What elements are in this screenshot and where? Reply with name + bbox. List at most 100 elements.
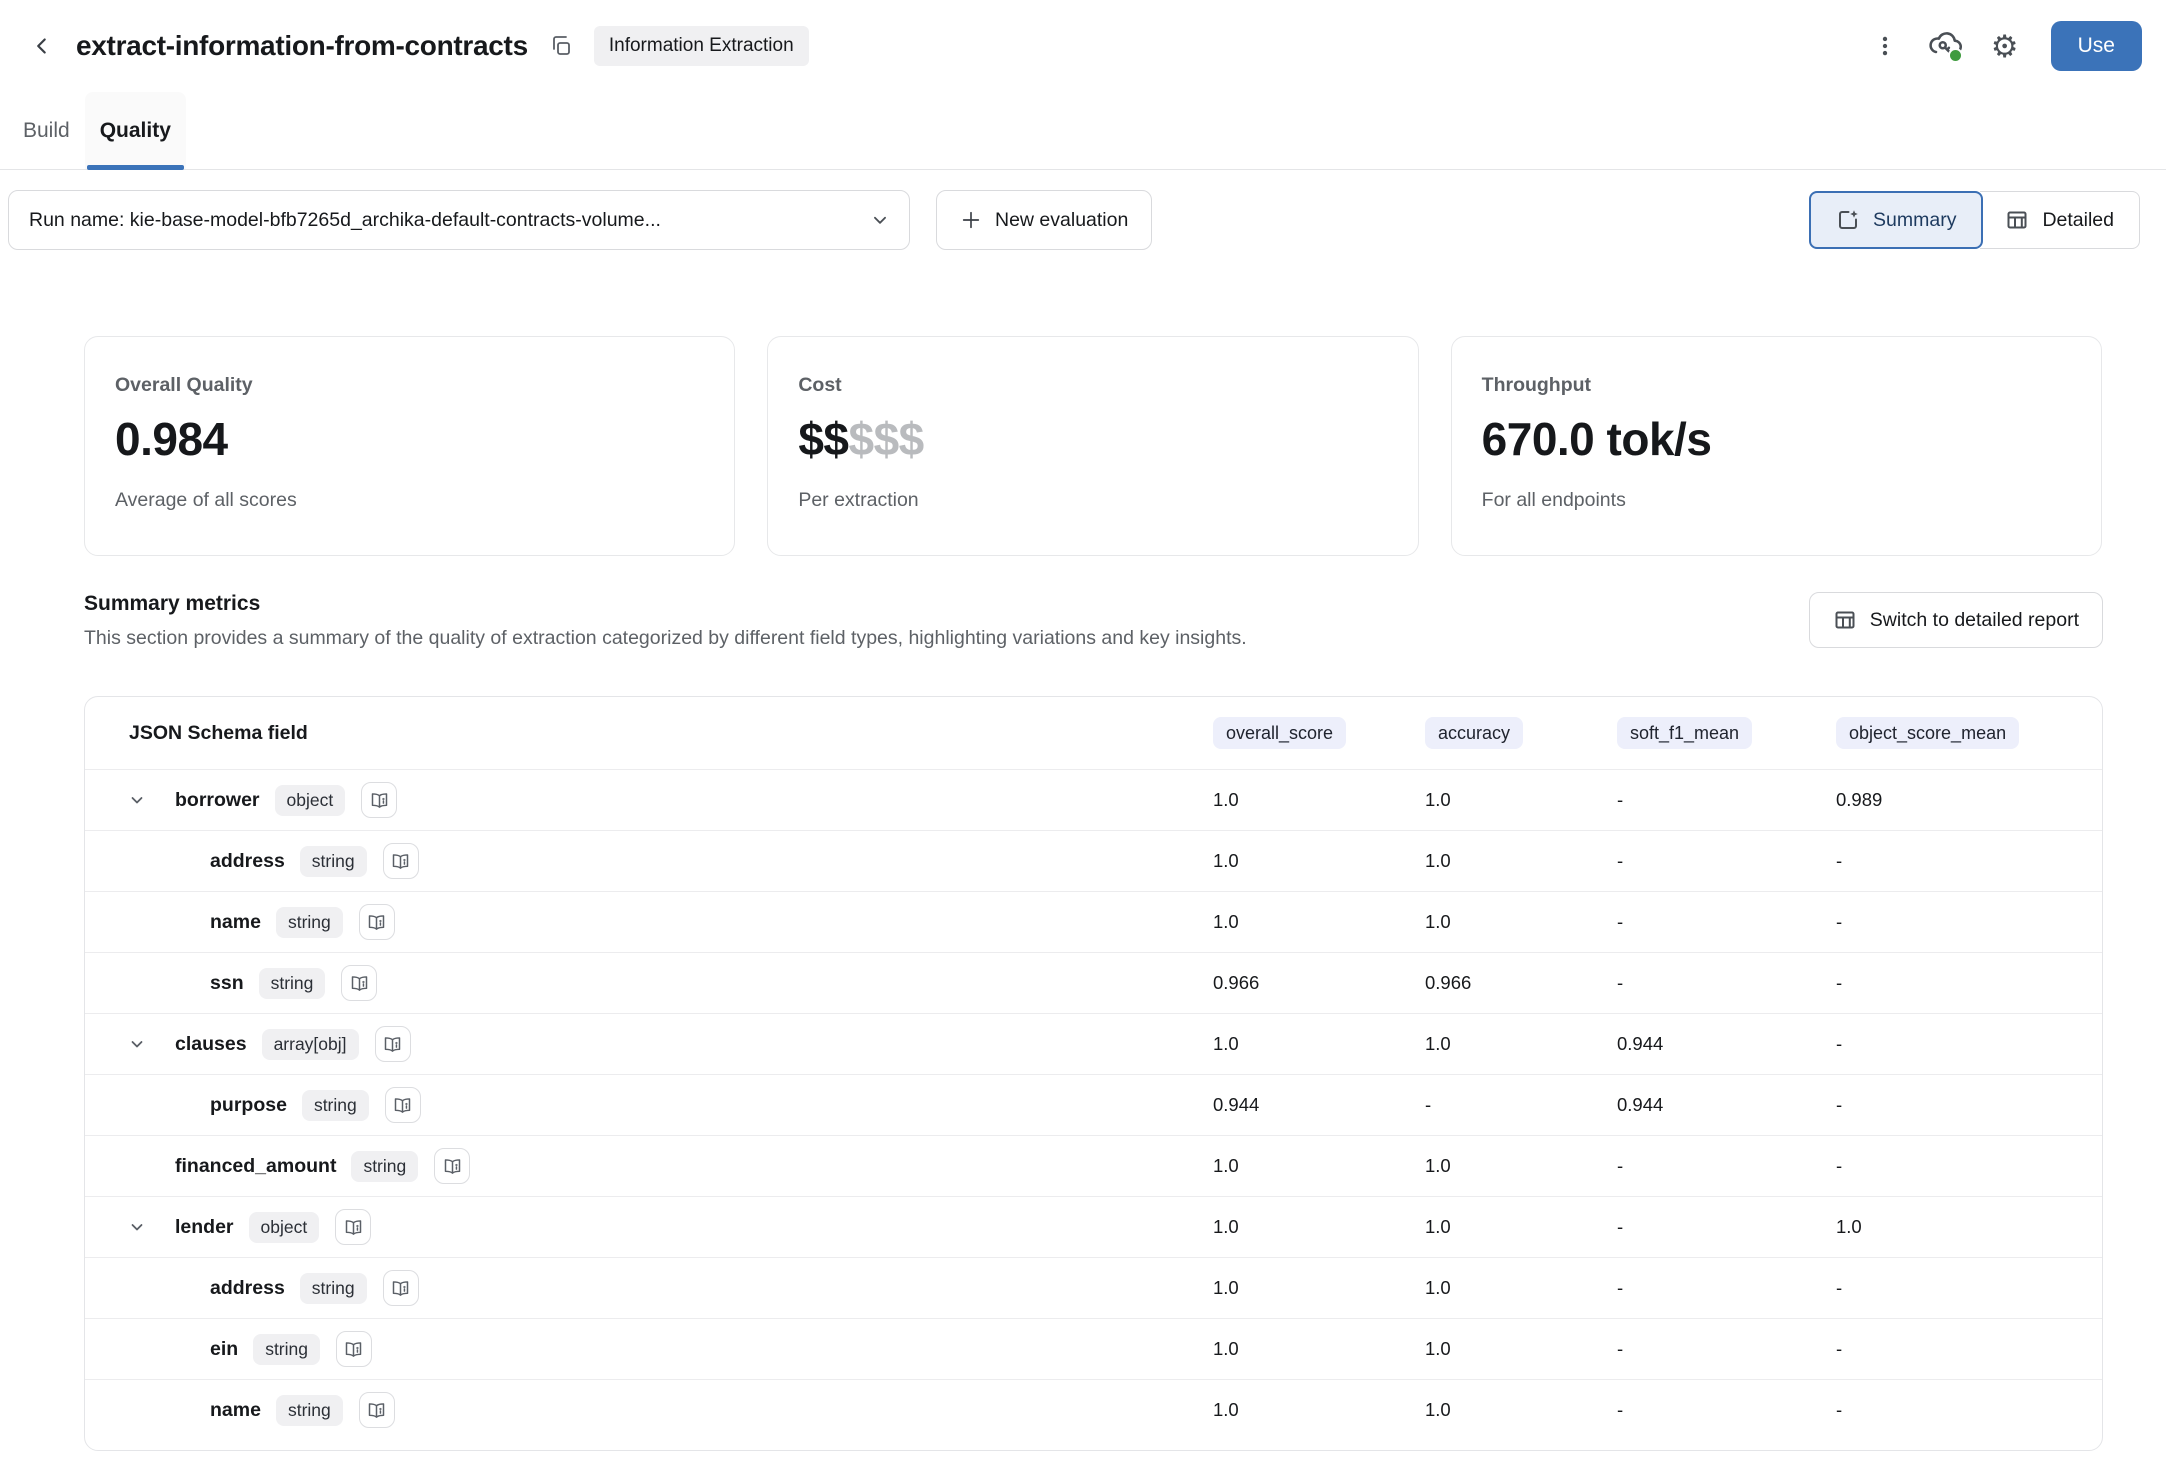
metric-value: - [1617,1155,1624,1176]
card-value: $$$$$ [798,412,1387,466]
metric-value: - [1617,850,1624,871]
field-type-badge: string [275,906,343,938]
card-label: Overall Quality [115,374,253,396]
metric-value: 1.0 [1213,1277,1239,1298]
summary-sparkle-frame-icon [1836,208,1860,232]
expand-row-button[interactable] [129,792,145,808]
metric-value: 1.0 [1213,1216,1239,1237]
field-info-button[interactable] [382,843,419,879]
expand-row-button[interactable] [129,1036,145,1052]
switch-to-detailed-button[interactable]: Switch to detailed report [1808,592,2103,648]
toggle-detailed-label: Detailed [2042,208,2114,231]
field-cell: lender object [85,1209,1213,1245]
field-info-button[interactable] [382,1270,419,1306]
column-header-object-score-mean: object_score_mean [1836,716,2020,749]
tab-build[interactable]: Build [8,92,85,169]
summary-section-text: Summary metrics This section provides a … [84,592,1247,650]
metric-value: 1.0 [1213,1338,1239,1359]
tab-quality[interactable]: Quality [84,92,186,170]
field-info-button[interactable] [358,1392,395,1428]
field-name: ssn [210,971,244,994]
table-header-row: JSON Schema field overall_score accuracy… [85,697,2102,769]
metric-value: 1.0 [1425,850,1451,871]
field-type-badge: object [274,784,346,816]
table-grid-icon [2005,208,2029,232]
field-name: purpose [210,1093,287,1116]
field-cell: name string [85,904,1213,940]
field-type-badge: string [301,1089,369,1121]
switch-button-label: Switch to detailed report [1869,608,2079,631]
cloud-connection-button[interactable] [1923,24,1967,68]
field-info-button[interactable] [335,1331,372,1367]
chevron-down-icon [129,792,145,808]
new-evaluation-label: New evaluation [995,208,1129,231]
field-info-button[interactable] [434,1148,471,1184]
table-row: address string 1.0 1.0 - - [85,830,2102,891]
kebab-menu-icon [1872,33,1898,59]
metric-value: - [1617,1216,1624,1237]
metric-cards: Overall Quality 0.984 Average of all sco… [84,336,2102,556]
book-info-icon [390,1278,411,1299]
field-name: financed_amount [175,1154,337,1177]
section-description: This section provides a summary of the q… [84,627,1247,649]
table-row: borrower object 1.0 1.0 - 0.989 [85,769,2102,830]
chevron-down-icon [129,1219,145,1235]
book-info-icon [392,1095,413,1116]
metric-value: 1.0 [1213,1033,1239,1054]
metric-value: 0.944 [1617,1094,1664,1115]
page-title: extract-information-from-contracts [76,30,528,61]
settings-button[interactable]: ⚙ [1983,24,2027,68]
copy-title-button[interactable] [544,29,578,63]
metric-value: 1.0 [1425,1155,1451,1176]
field-info-button[interactable] [374,1026,411,1062]
use-button[interactable]: Use [2050,21,2142,71]
metric-value: 0.966 [1425,972,1472,993]
metric-value: - [1836,911,1843,932]
kebab-menu-button[interactable] [1863,24,1907,68]
field-name: clauses [175,1032,247,1055]
field-info-button[interactable] [384,1087,421,1123]
metric-value: 1.0 [1425,789,1451,810]
card-label: Throughput [1481,374,1592,396]
card-label: Cost [798,374,842,396]
back-button[interactable] [24,28,60,64]
field-name: address [210,849,285,872]
field-info-button[interactable] [341,965,378,1001]
copy-icon [549,34,573,58]
toggle-detailed[interactable]: Detailed [1980,191,2140,249]
metrics-table: JSON Schema field overall_score accuracy… [84,696,2103,1451]
card-overall-quality: Overall Quality 0.984 Average of all sco… [84,336,736,556]
toggle-summary-label: Summary [1873,208,1957,231]
field-info-button[interactable] [361,782,398,818]
category-badge: Information Extraction [593,26,809,66]
run-selector[interactable]: Run name: kie-base-model-bfb7265d_archik… [8,190,910,250]
chevron-down-icon [129,1036,145,1052]
book-info-icon [366,912,387,933]
table-row: ssn string 0.966 0.966 - - [85,952,2102,1013]
table-row: ein string 1.0 1.0 - - [85,1318,2102,1379]
field-cell: name string [85,1392,1213,1428]
field-cell: purpose string [85,1087,1213,1123]
table-row: purpose string 0.944 - 0.944 - [85,1074,2102,1135]
toggle-summary[interactable]: Summary [1809,191,1984,249]
metric-value: - [1617,1399,1624,1420]
table-row: name string 1.0 1.0 - - [85,1379,2102,1440]
field-type-badge: string [299,1272,367,1304]
card-subtext: Per extraction [798,489,919,511]
book-info-icon [442,1156,463,1177]
field-name: name [210,1398,261,1421]
metric-value: 0.944 [1213,1094,1260,1115]
field-info-button[interactable] [335,1209,372,1245]
expand-row-button[interactable] [129,1219,145,1235]
metric-value: 1.0 [1836,1216,1862,1237]
metric-value: 1.0 [1425,1338,1451,1359]
new-evaluation-button[interactable]: New evaluation [936,190,1153,250]
metric-value: - [1617,789,1624,810]
metric-value: 0.989 [1836,789,1883,810]
metric-value: 0.966 [1213,972,1260,993]
table-row: clauses array[obj] 1.0 1.0 0.944 - [85,1013,2102,1074]
metric-value: - [1836,1277,1843,1298]
metric-value: - [1836,850,1843,871]
field-info-button[interactable] [358,904,395,940]
field-type-badge: string [351,1150,419,1182]
